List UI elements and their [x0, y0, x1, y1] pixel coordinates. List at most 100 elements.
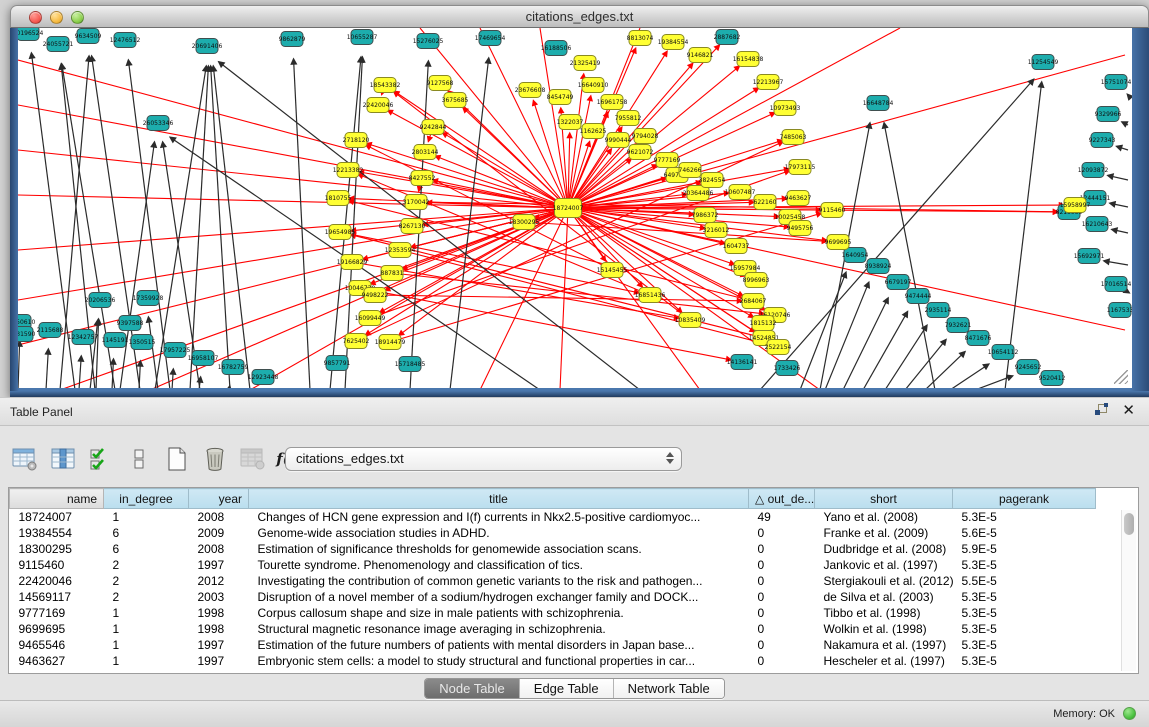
- table-cell: Embryonic stem cells: a model to study s…: [249, 653, 749, 669]
- graph-edge[interactable]: [1122, 122, 1128, 125]
- graph-node-label: 7932621: [945, 322, 972, 329]
- graph-edge[interactable]: [800, 272, 846, 388]
- graph-node-label: 9857791: [324, 360, 351, 367]
- graph-edge[interactable]: [229, 386, 230, 388]
- table-row[interactable]: 1456911722003Disruption of a novel membe…: [10, 589, 1096, 605]
- column-header-in_degree[interactable]: in_degree: [104, 489, 189, 509]
- close-panel-icon[interactable]: ✕: [1122, 404, 1135, 417]
- delete-entry-icon[interactable]: [200, 444, 230, 474]
- table-cell: 2012: [189, 573, 249, 589]
- graph-edge[interactable]: [1005, 82, 1042, 388]
- graph-edge[interactable]: [1112, 229, 1128, 233]
- table-cell: 22420046: [10, 573, 104, 589]
- table-settings-icon[interactable]: [10, 444, 40, 474]
- graph-edge[interactable]: [139, 361, 140, 388]
- new-table-icon[interactable]: [162, 444, 192, 474]
- network-view-window: citations_edges.txt 10196524240557219634…: [10, 5, 1149, 397]
- checkbox-list-icon[interactable]: [124, 444, 154, 474]
- table-cell: Stergiakouli et al. (2012): [815, 573, 953, 589]
- table-row[interactable]: 946362711997Embryonic stem cells: a mode…: [10, 653, 1096, 669]
- table-row[interactable]: 911546021997Tourette syndrome. Phenomeno…: [10, 557, 1096, 573]
- table-row[interactable]: 1830029562008Estimation of significance …: [10, 541, 1096, 557]
- graph-edge[interactable]: [1128, 292, 1129, 293]
- graph-edge[interactable]: [112, 359, 113, 388]
- graph-edge[interactable]: [885, 325, 927, 388]
- tab-node-table[interactable]: Node Table: [425, 679, 520, 698]
- graph-edge[interactable]: [1104, 261, 1128, 265]
- graph-node-label: 23676608: [515, 87, 546, 94]
- table-cell: 1997: [189, 637, 249, 653]
- graph-edge[interactable]: [400, 250, 767, 344]
- tab-network-table[interactable]: Network Table: [614, 679, 724, 698]
- graph-node-label: 622160: [754, 199, 777, 206]
- table-row[interactable]: 969969511998Structural magnetic resonanc…: [10, 621, 1096, 637]
- table-source-combobox[interactable]: citations_edges.txt: [285, 447, 682, 471]
- graph-edge[interactable]: [1108, 175, 1128, 180]
- canvas-resize-grip[interactable]: [1114, 370, 1128, 384]
- scrollbar-thumb[interactable]: [1124, 513, 1134, 535]
- table-row[interactable]: 2242004622012Investigating the contribut…: [10, 573, 1096, 589]
- graph-node-label: 8471676: [965, 335, 992, 342]
- graph-edge[interactable]: [863, 312, 908, 388]
- graph-edge[interactable]: [950, 364, 989, 388]
- graph-node-label: 9498222: [362, 292, 389, 299]
- graph-node-label: 887831: [381, 270, 404, 277]
- table-cell: 2008: [189, 509, 249, 525]
- graph-edge[interactable]: [1110, 203, 1128, 207]
- table-row[interactable]: 946554611997Estimation of the future num…: [10, 637, 1096, 653]
- table-cell: 0: [749, 557, 815, 573]
- graph-edge[interactable]: [172, 369, 173, 388]
- table-vertical-scrollbar[interactable]: [1121, 510, 1136, 671]
- select-all-checks-icon[interactable]: [86, 444, 116, 474]
- graph-edge[interactable]: [825, 282, 869, 388]
- graph-edge[interactable]: [843, 298, 888, 388]
- graph-node-label: 9329966: [1095, 111, 1122, 118]
- window-frame: 1019652424055721963450912476512206914069…: [10, 28, 1149, 397]
- tab-edge-table[interactable]: Edge Table: [520, 679, 614, 698]
- table-cell: 5.3E-5: [953, 653, 1096, 669]
- column-header-name[interactable]: name: [10, 489, 104, 509]
- graph-node-label: 2935114: [925, 307, 952, 314]
- column-header-title[interactable]: title: [249, 489, 749, 509]
- graph-edge[interactable]: [1116, 146, 1128, 150]
- graph-edge[interactable]: [120, 142, 154, 388]
- column-header-out_de[interactable]: △ out_de...: [749, 489, 815, 509]
- graph-node-label: 1167533: [1107, 307, 1132, 314]
- table-tabs: Node TableEdge TableNetwork Table: [424, 678, 725, 699]
- network-canvas[interactable]: 1019652424055721963450912476512206914069…: [18, 28, 1132, 388]
- column-header-year[interactable]: year: [189, 489, 249, 509]
- table-row[interactable]: 1938455462009Genome-wide association stu…: [10, 525, 1096, 541]
- graph-edge[interactable]: [213, 66, 250, 388]
- table-cell: 9463627: [10, 653, 104, 669]
- graph-edge[interactable]: [18, 341, 20, 388]
- graph-node-label: 12213967: [753, 79, 784, 86]
- graph-edge[interactable]: [975, 376, 1013, 388]
- table-cell: Tibbo et al. (1998): [815, 605, 953, 621]
- window-titlebar[interactable]: citations_edges.txt: [10, 5, 1149, 28]
- graph-edge[interactable]: [46, 349, 48, 388]
- memory-status-indicator[interactable]: [1123, 707, 1136, 720]
- graph-edge[interactable]: [884, 123, 935, 388]
- graph-node-label: 1604737: [723, 243, 750, 250]
- graph-edge[interactable]: [905, 340, 946, 388]
- table-source-value: citations_edges.txt: [296, 451, 404, 466]
- graph-node-label: 8267130: [399, 223, 426, 230]
- graph-node-label: 20206536: [85, 297, 116, 304]
- graph-node-label: 8938924: [865, 263, 892, 270]
- table-row[interactable]: 977716911998Corpus callosum shape and si…: [10, 605, 1096, 621]
- column-header-pagerank[interactable]: pagerank: [953, 489, 1096, 509]
- graph-node-label: 18914479: [375, 339, 406, 346]
- select-column-icon[interactable]: [48, 444, 78, 474]
- table-cell: 5.5E-5: [953, 573, 1096, 589]
- graph-edge[interactable]: [155, 66, 206, 388]
- graph-node-label: 2522154: [765, 344, 792, 351]
- graph-edge[interactable]: [420, 28, 568, 208]
- table-row[interactable]: 1872400712008Changes of HCN gene express…: [10, 509, 1096, 525]
- float-panel-icon[interactable]: [1095, 404, 1108, 417]
- graph-node-label: 16782759: [218, 364, 249, 371]
- graph-edge[interactable]: [1127, 94, 1128, 95]
- table-cell: Structural magnetic resonance image aver…: [249, 621, 749, 637]
- graph-edge[interactable]: [148, 317, 158, 388]
- graph-node-label: 17973115: [785, 164, 816, 171]
- column-header-short[interactable]: short: [815, 489, 953, 509]
